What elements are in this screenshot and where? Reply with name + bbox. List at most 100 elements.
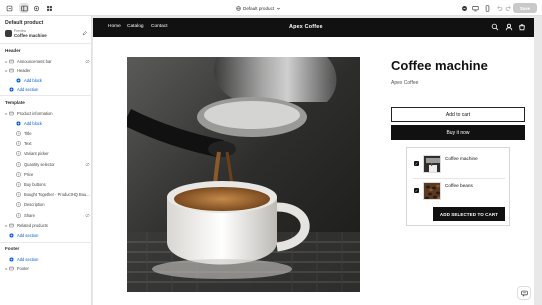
divider [0,242,92,243]
bundle-item-name[interactable]: Coffee machine [445,156,478,161]
sidebar-item-label: Product information [17,110,53,116]
search-icon[interactable] [491,23,499,31]
block-icon [16,162,21,167]
sidebar-item-variant-picker[interactable]: Variant picker [4,150,90,158]
sidebar-item-text[interactable]: Text [4,140,90,148]
visibility-icon[interactable] [85,59,90,64]
sidebar-item-price[interactable]: Price [4,170,90,178]
sidebar-item-label: Share [24,212,35,218]
save-button[interactable]: Save [513,3,537,13]
add-icon [9,257,14,262]
section-header-group: Header [5,48,21,53]
sidebar-item-bought-together-producthq-bou[interactable]: Bought Together - ProductHQ Bou... [4,191,90,199]
redo-icon[interactable] [503,3,513,13]
buy-now-button[interactable]: Buy it now [391,125,525,140]
sidebar-item-label: Add section [17,232,39,238]
sidebar-item-description[interactable]: Description [4,201,90,209]
chevron-down-icon [277,7,281,10]
mobile-icon[interactable] [482,3,492,13]
sidebar-item-add-section[interactable]: Add section [4,255,90,263]
add-selected-to-cart-button[interactable]: ADD SELECTED TO CART [433,207,505,221]
block-icon [16,213,21,218]
nav-link-home[interactable]: Home [108,24,121,29]
sidebar-item-label: Footer [17,266,29,271]
sidebar-item-label: Add section [17,87,39,92]
product-vendor: Apex Coffee [391,80,419,86]
sidebar-item-related-products[interactable]: ▸ Related products [4,221,90,229]
account-icon[interactable] [505,23,513,31]
preview-product-selector[interactable]: Preview Coffee machine [5,29,89,39]
sidebar-item-label: Add block [24,120,42,126]
block-icon [16,182,21,187]
editor-topbar: Default product Save [0,0,542,16]
sidebar-item-buy-buttons[interactable]: Buy buttons [4,180,90,188]
sidebar-item-label: Variant picker [24,151,49,157]
divider [413,178,505,179]
sidebar-item-add-section[interactable]: Add section [4,231,90,239]
bundle-item-image [423,155,441,173]
sidebar-item-label: Related products [17,222,48,228]
block-icon [16,151,21,156]
inspector-icon[interactable] [459,3,469,13]
cart-icon[interactable] [518,23,526,31]
sidebar-title: Default product [5,20,44,26]
sidebar-item-add-section[interactable]: Add section [4,86,90,94]
sidebar-item-label: Header [17,68,31,73]
add-icon [16,121,21,126]
sidebar-item-label: Text [24,141,32,147]
sidebar-icon[interactable] [19,3,29,13]
add-icon [9,87,14,92]
visibility-icon[interactable] [85,213,90,218]
bundle-item-name[interactable]: Coffee beans [445,183,473,188]
visibility-icon[interactable] [85,162,90,167]
template-selector-label: Default product [243,5,275,11]
bundle-item-checkbox[interactable]: ✓ [414,188,419,193]
sidebar-item-label: Quantity selector [24,161,55,167]
bundle-item-image [423,182,441,200]
sidebar-item-header[interactable]: ▸ Header [4,67,90,75]
product-title: Coffee machine [391,58,488,73]
section-icon [9,59,14,64]
divider [0,95,92,96]
globe-icon [236,5,241,11]
add-icon [9,233,14,238]
settings-icon[interactable] [31,3,41,13]
desktop-icon[interactable] [470,3,480,13]
add-to-cart-button[interactable]: Add to cart [391,107,525,122]
add-icon [16,78,21,83]
bought-together-widget: ✓ Coffee machine ✓ Coffee beans ADD SELE… [406,147,510,226]
edit-icon[interactable] [82,31,87,36]
sidebar-item-add-block[interactable]: Add block [4,119,90,127]
product-image[interactable] [127,57,360,292]
bundle-item-checkbox[interactable]: ✓ [414,161,419,166]
store-logo[interactable]: Apex Coffee [289,24,323,30]
sidebar-item-footer[interactable]: ▸ Footer [4,265,90,273]
sidebar-item-label: Add block [24,77,42,83]
block-icon [16,141,21,146]
nav-link-contact[interactable]: Contact [151,24,168,29]
apps-icon[interactable] [44,3,54,13]
bundle-item: ✓ Coffee machine [407,154,511,176]
sidebar-item-label: Add section [17,256,39,262]
bundle-item: ✓ Coffee beans [407,181,511,203]
store-header: Home Catalog Contact Apex Coffee [93,18,534,37]
sidebar-item-announcement-bar[interactable]: ▸ Announcement bar [4,57,90,65]
preview-product-name: Coffee machine [14,33,47,38]
block-icon [16,192,21,197]
product-thumbnail [5,30,12,37]
storefront-preview: Home Catalog Contact Apex Coffee Coffee … [93,18,534,305]
sidebar-item-add-block[interactable]: Add block [4,76,90,84]
sidebar-item-label: Description [24,202,45,208]
sections-sidebar: Default product Preview Coffee machine H… [0,16,92,305]
sidebar-item-label: Buy buttons [24,181,46,187]
sidebar-item-product-information[interactable]: ▸ Product information [4,109,90,117]
sidebar-item-label: Announcement bar [17,58,52,64]
chat-icon[interactable] [517,286,531,300]
sidebar-item-label: Bought Together - ProductHQ Bou... [24,192,90,198]
exit-icon[interactable] [4,3,14,13]
sidebar-item-title[interactable]: Title [4,129,90,137]
sidebar-item-share[interactable]: Share [4,211,90,219]
template-selector[interactable]: Default product [236,4,281,12]
sidebar-item-quantity-selector[interactable]: Quantity selector [4,160,90,168]
nav-link-catalog[interactable]: Catalog [127,24,144,29]
